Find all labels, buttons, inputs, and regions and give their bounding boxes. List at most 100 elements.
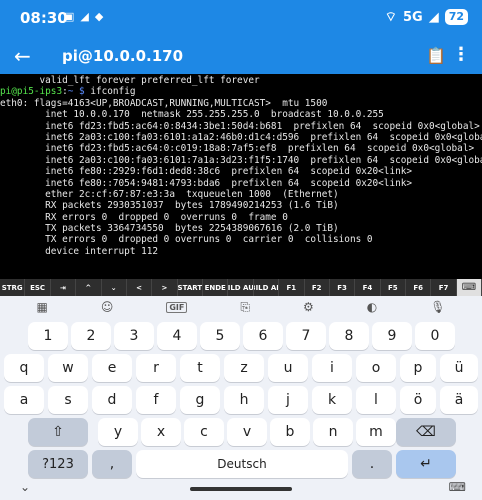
key-end[interactable]: ENDE bbox=[203, 279, 229, 296]
key-ctrl[interactable]: STRG bbox=[0, 279, 26, 296]
key-x[interactable]: x bbox=[141, 418, 181, 446]
key-5[interactable]: 5 bbox=[200, 322, 240, 350]
key-right[interactable]: > bbox=[152, 279, 178, 296]
key-6[interactable]: 6 bbox=[243, 322, 283, 350]
session-title: pi@10.0.0.170 bbox=[62, 47, 184, 65]
signal-icon: ◢ bbox=[428, 9, 439, 25]
key-l[interactable]: l bbox=[356, 386, 396, 414]
key-k[interactable]: k bbox=[312, 386, 352, 414]
backspace-icon: ⌫ bbox=[416, 424, 436, 440]
key-h[interactable]: h bbox=[224, 386, 264, 414]
prompt-command: ifconfig bbox=[84, 86, 136, 98]
terminal-output[interactable]: valid_lft forever preferred_lft forever … bbox=[0, 74, 482, 279]
shift-key[interactable]: ⇧ bbox=[28, 418, 88, 446]
shift-icon: ⇧ bbox=[52, 424, 64, 440]
key-i[interactable]: i bbox=[312, 354, 352, 382]
key-page-up[interactable]: BILD AUF bbox=[228, 279, 254, 296]
key-2[interactable]: 2 bbox=[71, 322, 111, 350]
terminal-line: RX errors 0 dropped 0 overruns 0 frame 0 bbox=[0, 211, 288, 223]
battery-icon: 72 bbox=[444, 9, 468, 25]
terminal-line: device interrupt 112 bbox=[0, 245, 159, 257]
period-key[interactable]: . bbox=[352, 450, 392, 478]
key-ae[interactable]: ä bbox=[440, 386, 478, 414]
keyboard-toggle-icon[interactable]: ⌨ bbox=[456, 279, 482, 296]
terminal-line: inet6 fd23:fbd5:ac64:0:8434:3be1:50d4:b6… bbox=[0, 120, 480, 132]
key-left[interactable]: < bbox=[127, 279, 153, 296]
key-1[interactable]: 1 bbox=[28, 322, 68, 350]
key-8[interactable]: 8 bbox=[329, 322, 369, 350]
key-z[interactable]: z bbox=[224, 354, 264, 382]
letter-row-3: ⇧ y x c v b n m ⌫ bbox=[0, 418, 482, 452]
key-t[interactable]: t bbox=[180, 354, 220, 382]
microphone-icon[interactable]: 🎙 bbox=[430, 300, 445, 314]
key-e[interactable]: e bbox=[92, 354, 132, 382]
gesture-handle[interactable] bbox=[190, 487, 292, 491]
back-arrow-icon[interactable]: ← bbox=[14, 44, 31, 68]
terminal-line: valid_lft forever preferred_lft forever bbox=[0, 75, 260, 86]
key-4[interactable]: 4 bbox=[157, 322, 197, 350]
key-g[interactable]: g bbox=[180, 386, 220, 414]
key-u[interactable]: u bbox=[268, 354, 308, 382]
key-oe[interactable]: ö bbox=[400, 386, 436, 414]
key-f4[interactable]: F4 bbox=[355, 279, 381, 296]
key-v[interactable]: v bbox=[227, 418, 267, 446]
backspace-key[interactable]: ⌫ bbox=[396, 418, 456, 446]
app-bar: ← pi@10.0.0.170 📋 ⋮ bbox=[0, 38, 482, 74]
key-j[interactable]: j bbox=[268, 386, 308, 414]
key-f2[interactable]: F2 bbox=[305, 279, 330, 296]
key-tab[interactable]: ⇥ bbox=[51, 279, 77, 296]
key-home[interactable]: START bbox=[178, 279, 203, 296]
status-bar: 08:30 ▣ ◢ ◆ ⌔ 5G ◢ 72 bbox=[0, 0, 482, 38]
key-n[interactable]: n bbox=[313, 418, 353, 446]
terminal-line: inet6 fe80::7054:9481:4793:bda6 prefixle… bbox=[0, 177, 413, 189]
symbols-key[interactable]: ?123 bbox=[28, 450, 88, 478]
key-up[interactable]: ^ bbox=[76, 279, 102, 296]
key-r[interactable]: r bbox=[136, 354, 176, 382]
clipboard-icon[interactable]: ⎘ bbox=[240, 300, 250, 315]
key-f6[interactable]: F6 bbox=[406, 279, 432, 296]
key-0[interactable]: 0 bbox=[415, 322, 455, 350]
key-f1[interactable]: F1 bbox=[279, 279, 305, 296]
notification-icon: ◢ bbox=[80, 10, 89, 23]
key-down[interactable]: ⌄ bbox=[102, 279, 127, 296]
key-9[interactable]: 9 bbox=[372, 322, 412, 350]
more-menu-icon[interactable]: ⋮ bbox=[452, 44, 470, 65]
enter-icon: ↵ bbox=[420, 456, 432, 472]
sticker-icon[interactable]: ☺ bbox=[101, 300, 114, 314]
terminal-icon: ▣ bbox=[64, 10, 75, 23]
gif-icon[interactable]: GIF bbox=[166, 301, 188, 313]
notification-icon: ◆ bbox=[94, 10, 104, 23]
terminal-line: inet6 fe80::2929:f6d1:ded8:38c6 prefixle… bbox=[0, 166, 413, 178]
key-page-down[interactable]: BILD AB bbox=[254, 279, 280, 296]
status-time: 08:30 bbox=[20, 9, 68, 27]
key-3[interactable]: 3 bbox=[114, 322, 154, 350]
key-c[interactable]: c bbox=[184, 418, 224, 446]
enter-key[interactable]: ↵ bbox=[396, 450, 456, 478]
keyboard-switch-icon[interactable]: ⌨ bbox=[449, 480, 466, 494]
key-b[interactable]: b bbox=[270, 418, 310, 446]
key-d[interactable]: d bbox=[92, 386, 132, 414]
key-f3[interactable]: F3 bbox=[330, 279, 356, 296]
key-w[interactable]: w bbox=[48, 354, 88, 382]
apps-grid-icon[interactable]: ▦ bbox=[37, 300, 48, 314]
key-ue[interactable]: ü bbox=[440, 354, 478, 382]
key-esc[interactable]: ESC bbox=[25, 279, 51, 296]
comma-key[interactable]: , bbox=[92, 450, 132, 478]
key-q[interactable]: q bbox=[4, 354, 44, 382]
space-bar[interactable]: Deutsch bbox=[136, 450, 348, 478]
key-p[interactable]: p bbox=[400, 354, 436, 382]
settings-gear-icon[interactable]: ⚙ bbox=[303, 300, 314, 314]
key-m[interactable]: m bbox=[356, 418, 396, 446]
key-y[interactable]: y bbox=[98, 418, 138, 446]
key-s[interactable]: s bbox=[48, 386, 88, 414]
palette-icon[interactable]: ◐ bbox=[367, 300, 377, 314]
clipboard-icon[interactable]: 📋 bbox=[426, 46, 446, 65]
key-f7[interactable]: F7 bbox=[431, 279, 457, 296]
key-o[interactable]: o bbox=[356, 354, 396, 382]
chevron-down-icon[interactable]: ⌄ bbox=[20, 480, 30, 494]
key-7[interactable]: 7 bbox=[286, 322, 326, 350]
terminal-line: inet 10.0.0.170 netmask 255.255.255.0 br… bbox=[0, 109, 384, 121]
key-f5[interactable]: F5 bbox=[381, 279, 406, 296]
key-a[interactable]: a bbox=[4, 386, 44, 414]
key-f[interactable]: f bbox=[136, 386, 176, 414]
